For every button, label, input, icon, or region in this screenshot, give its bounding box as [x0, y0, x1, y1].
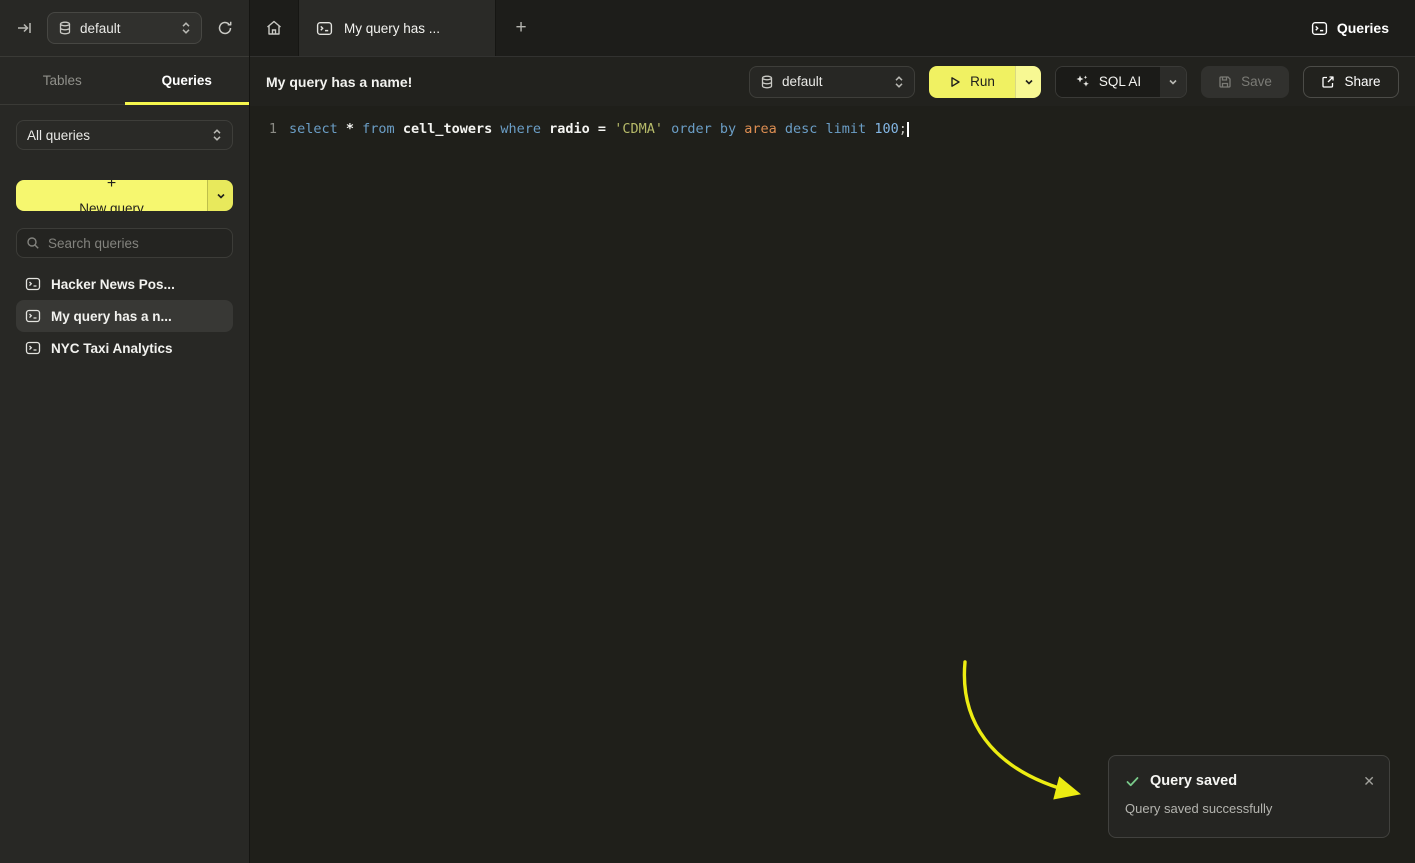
search-queries-box: [16, 228, 233, 258]
code-line-1: 1 select * from cell_towers where radio …: [250, 106, 1415, 139]
check-icon: [1125, 774, 1140, 789]
toast-query-saved: Query saved ✕ Query saved successfully: [1108, 755, 1390, 838]
sidebar-body: All queries + New query: [0, 105, 249, 364]
collapse-sidebar-icon[interactable]: [14, 18, 34, 38]
main-panel: My query has ... + Queries My query has …: [250, 0, 1415, 863]
tab-queries[interactable]: Queries: [125, 57, 250, 104]
terminal-icon: [25, 308, 41, 324]
save-icon: [1218, 75, 1232, 89]
tab-queries-label: Queries: [162, 73, 212, 88]
sql-editor[interactable]: 1 select * from cell_towers where radio …: [250, 106, 1415, 863]
new-query-button[interactable]: + New query: [16, 180, 207, 211]
toast-message: Query saved successfully: [1125, 801, 1375, 816]
run-button[interactable]: Run: [929, 66, 1015, 98]
search-queries-input[interactable]: [48, 236, 223, 251]
save-button[interactable]: Save: [1201, 66, 1289, 98]
plus-icon: +: [515, 17, 526, 39]
share-label: Share: [1344, 74, 1380, 89]
run-split-button: Run: [929, 66, 1041, 98]
share-button[interactable]: Share: [1303, 66, 1399, 98]
queries-section-indicator[interactable]: Queries: [1311, 0, 1415, 56]
sidebar-topbar: default: [0, 0, 249, 57]
chevron-updown-icon: [212, 128, 222, 142]
database-selector[interactable]: default: [47, 12, 202, 44]
terminal-icon: [1311, 20, 1328, 37]
queries-filter-select[interactable]: All queries: [16, 120, 233, 150]
sql-ai-split-button: SQL AI: [1055, 66, 1187, 98]
code-tokens: select * from cell_towers where radio = …: [289, 119, 907, 139]
tab-bar: My query has ... + Queries: [250, 0, 1415, 57]
chevron-updown-icon: [181, 21, 191, 35]
chevron-down-icon: [216, 191, 226, 201]
query-toolbar: My query has a name! default: [250, 57, 1415, 106]
query-item-label: Hacker News Pos...: [51, 277, 175, 292]
queries-section-label: Queries: [1337, 20, 1389, 36]
refresh-icon[interactable]: [215, 18, 235, 38]
new-query-split-button: + New query: [16, 180, 233, 211]
query-list-item[interactable]: NYC Taxi Analytics: [16, 332, 233, 364]
new-query-dropdown-button[interactable]: [207, 180, 233, 211]
tab-tables[interactable]: Tables: [0, 57, 125, 104]
toolbar-database-value: default: [782, 74, 886, 89]
sidebar-tabs: Tables Queries: [0, 57, 249, 105]
query-item-label: NYC Taxi Analytics: [51, 341, 173, 356]
terminal-icon: [316, 20, 333, 37]
line-number: 1: [267, 119, 277, 139]
close-icon[interactable]: ✕: [1363, 774, 1375, 788]
home-button[interactable]: [250, 0, 298, 56]
terminal-icon: [25, 340, 41, 356]
query-item-label: My query has a n...: [51, 309, 172, 324]
toolbar-actions: default Run: [749, 66, 1399, 98]
add-tab-button[interactable]: +: [496, 0, 546, 56]
sql-ai-button[interactable]: SQL AI: [1056, 67, 1160, 97]
search-icon: [26, 236, 40, 250]
query-title: My query has a name!: [266, 74, 412, 90]
sparkles-icon: [1075, 74, 1090, 89]
app-root: default Tables Queries All queries: [0, 0, 1415, 863]
toolbar-database-selector[interactable]: default: [749, 66, 915, 98]
database-selector-value: default: [80, 21, 173, 36]
sql-ai-label: SQL AI: [1099, 74, 1141, 89]
text-cursor: [907, 122, 909, 137]
run-dropdown-button[interactable]: [1015, 66, 1041, 98]
database-icon: [58, 21, 72, 35]
chevron-down-icon: [1024, 77, 1034, 87]
query-tab-label: My query has ...: [344, 21, 440, 36]
chevron-updown-icon: [894, 75, 904, 89]
share-icon: [1321, 75, 1335, 89]
queries-filter-value: All queries: [27, 128, 204, 143]
query-tab-active[interactable]: My query has ...: [298, 0, 496, 56]
toast-header: Query saved ✕: [1125, 773, 1375, 789]
database-icon: [760, 75, 774, 89]
new-query-label: New query: [79, 201, 144, 211]
toast-title: Query saved: [1150, 773, 1353, 789]
query-list-item-selected[interactable]: My query has a n...: [16, 300, 233, 332]
chevron-down-icon: [1168, 77, 1178, 87]
play-icon: [949, 76, 961, 88]
query-list-item[interactable]: Hacker News Pos...: [16, 268, 233, 300]
sidebar: default Tables Queries All queries: [0, 0, 250, 863]
run-label: Run: [970, 74, 995, 89]
sql-ai-dropdown-button[interactable]: [1160, 67, 1186, 97]
terminal-icon: [25, 276, 41, 292]
tabbar-spacer: [546, 0, 1311, 56]
plus-icon: +: [107, 180, 116, 193]
save-label: Save: [1241, 74, 1272, 89]
tab-tables-label: Tables: [43, 73, 82, 88]
